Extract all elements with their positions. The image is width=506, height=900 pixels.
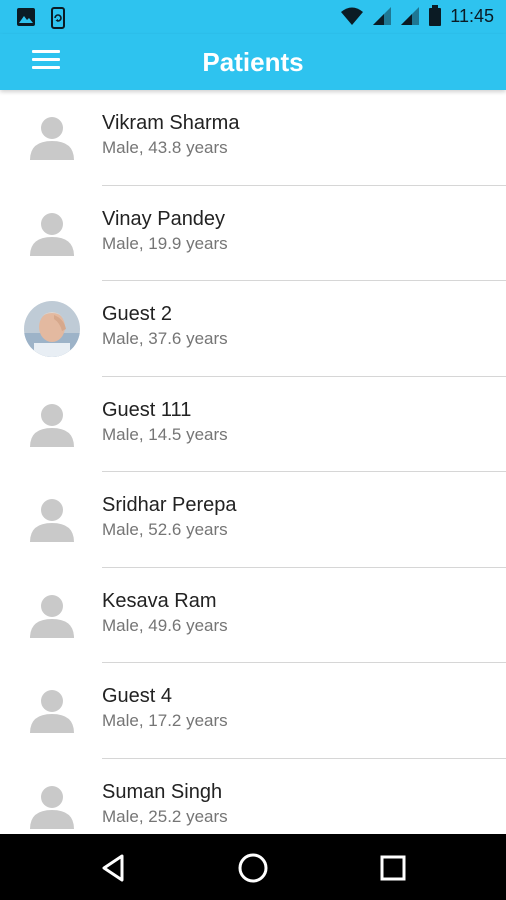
- patient-row[interactable]: Guest 2 Male, 37.6 years: [0, 281, 506, 377]
- person-placeholder-icon: [24, 206, 80, 262]
- page-title: Patients: [202, 47, 304, 77]
- patient-details: Male, 17.2 years: [102, 711, 228, 730]
- patient-info: Kesava Ram Male, 49.6 years: [102, 589, 506, 637]
- signal-icon: [373, 7, 392, 25]
- patient-name: Guest 111: [102, 398, 192, 421]
- patient-details: Male, 19.9 years: [102, 233, 228, 253]
- person-placeholder-icon: [24, 110, 80, 166]
- home-icon[interactable]: [233, 848, 273, 888]
- patient-info: Guest 2 Male, 37.6 years: [102, 302, 506, 350]
- signal-icon: [401, 7, 420, 25]
- patient-info: Guest 4 Male, 17.2 years: [102, 684, 506, 732]
- patient-details: Male, 43.8 years: [102, 138, 228, 157]
- status-time: 11:45: [450, 5, 494, 26]
- patient-info: Vinay Pandey Male, 19.9 years: [102, 207, 506, 255]
- patient-list[interactable]: Vikram Sharma Male, 43.8 years Vinay Pande…: [0, 90, 506, 834]
- patient-row[interactable]: Suman Singh Male, 25.2 years: [0, 759, 506, 835]
- patient-details: Male, 25.2 years: [102, 806, 228, 826]
- patient-name: Guest 4: [102, 685, 173, 707]
- patient-row[interactable]: Sridhar Perepa Male, 52.6 years: [0, 472, 506, 568]
- patient-details: Male, 37.6 years: [102, 329, 228, 348]
- patient-name: Guest 2: [102, 303, 173, 325]
- patient-name: Vikram Sharma: [102, 112, 240, 134]
- status-bar: 11:45: [0, 0, 506, 34]
- patient-details: Male, 14.5 years: [102, 424, 228, 444]
- status-system: 11:45: [340, 5, 494, 27]
- phone-sync-icon: [51, 7, 65, 29]
- battery-icon: [429, 5, 442, 26]
- recents-icon[interactable]: [373, 848, 413, 888]
- patient-name: Sridhar Perepa: [102, 494, 237, 516]
- patient-details: Male, 49.6 years: [102, 615, 228, 635]
- patient-row[interactable]: Guest 111 Male, 14.5 years: [0, 377, 506, 472]
- patient-row[interactable]: Vikram Sharma Male, 43.8 years: [0, 90, 506, 186]
- app-bar: Patients: [0, 34, 506, 90]
- patient-name: Suman Singh: [102, 780, 223, 803]
- person-placeholder-icon: [24, 397, 80, 453]
- back-icon[interactable]: [94, 848, 134, 888]
- patient-photo-avatar: [24, 301, 80, 357]
- person-placeholder-icon: [24, 588, 80, 644]
- status-notifications: [16, 7, 68, 29]
- patient-row[interactable]: Kesava Ram Male, 49.6 years: [0, 568, 506, 663]
- patient-details: Male, 52.6 years: [102, 520, 228, 539]
- person-placeholder-icon: [24, 779, 80, 835]
- person-placeholder-icon: [24, 492, 80, 548]
- patient-info: Guest 111 Male, 14.5 years: [102, 398, 506, 446]
- patient-name: Vinay Pandey: [102, 207, 226, 230]
- image-icon: [17, 8, 35, 26]
- person-placeholder-icon: [24, 683, 80, 739]
- patient-row[interactable]: Guest 4 Male, 17.2 years: [0, 663, 506, 759]
- wifi-icon: [341, 7, 364, 25]
- patient-name: Kesava Ram: [102, 589, 217, 612]
- system-nav-bar: [0, 834, 506, 900]
- patient-info: Vikram Sharma Male, 43.8 years: [102, 111, 506, 159]
- patient-row[interactable]: Vinay Pandey Male, 19.9 years: [0, 186, 506, 281]
- patient-info: Suman Singh Male, 25.2 years: [102, 780, 506, 828]
- patient-info: Sridhar Perepa Male, 52.6 years: [102, 493, 506, 541]
